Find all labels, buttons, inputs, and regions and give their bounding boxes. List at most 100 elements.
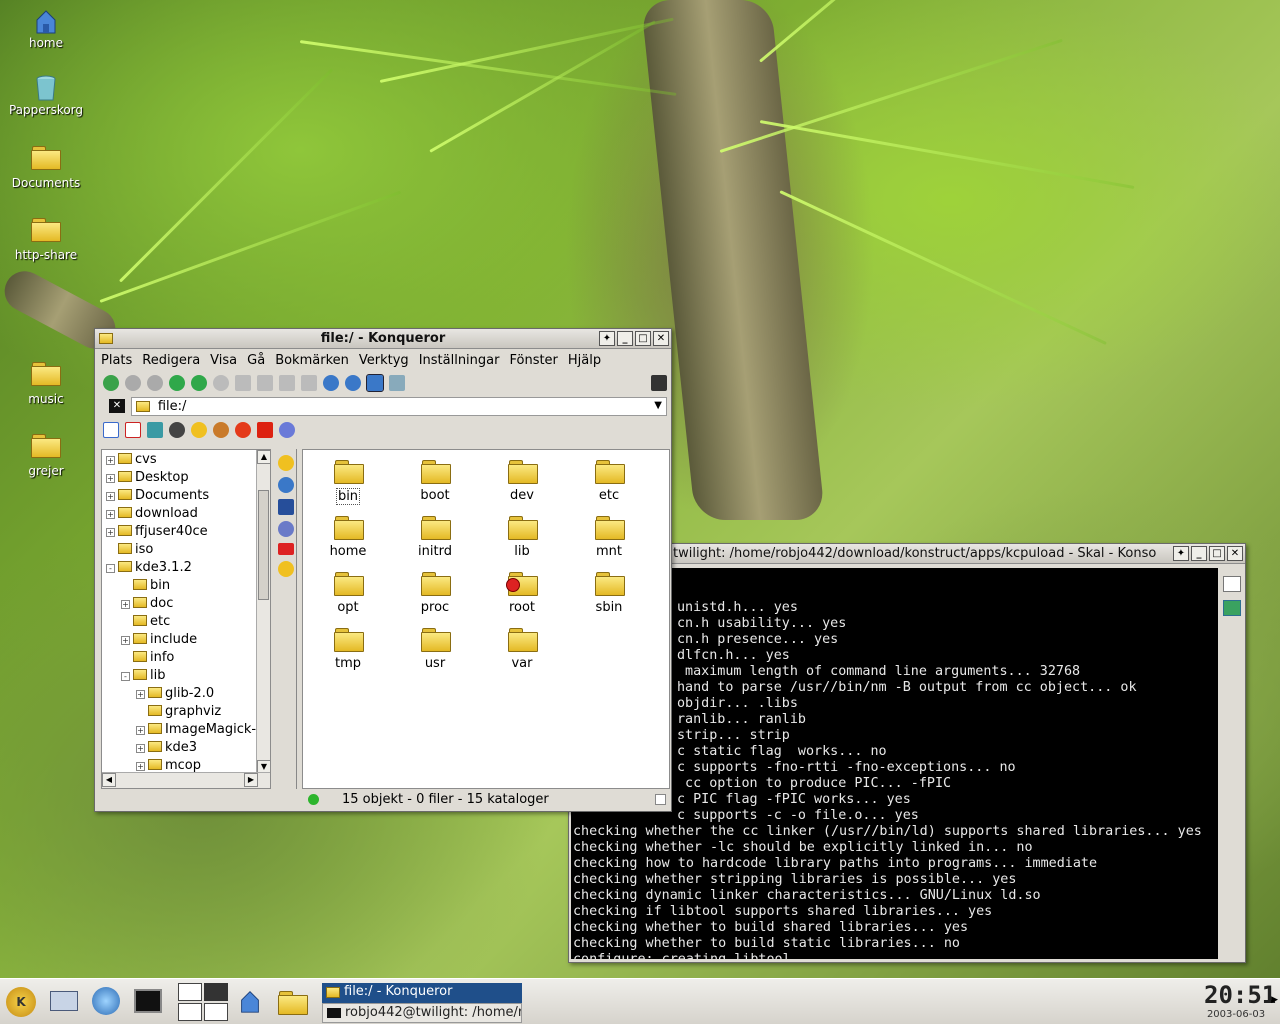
browser-globe-icon[interactable]: [92, 987, 120, 1015]
tree-item[interactable]: + ffjuser40ce: [102, 523, 270, 541]
desktop-1[interactable]: [178, 983, 202, 1001]
pager[interactable]: [176, 981, 230, 1023]
print-icon[interactable]: [301, 375, 317, 391]
close-button[interactable]: ✕: [653, 331, 669, 346]
menu-item[interactable]: Verktyg: [359, 353, 409, 368]
desktop-icon-grejer[interactable]: grejer: [0, 434, 92, 478]
terminal-launcher-icon[interactable]: [134, 989, 162, 1013]
menu-item[interactable]: Gå: [247, 353, 265, 368]
file-item[interactable]: proc: [399, 572, 471, 615]
file-item[interactable]: usr: [399, 628, 471, 671]
file-item[interactable]: initrd: [399, 516, 471, 559]
file-item[interactable]: etc: [573, 460, 645, 503]
history-tab-icon[interactable]: [278, 477, 294, 493]
tree-hscrollbar[interactable]: ◀ ▶: [102, 772, 270, 788]
link-view-checkbox[interactable]: [655, 794, 666, 805]
file-item[interactable]: home: [312, 516, 384, 559]
tree-expander[interactable]: +: [106, 528, 115, 537]
up-icon[interactable]: [147, 375, 163, 391]
tree-item[interactable]: + download: [102, 505, 270, 523]
icon-view[interactable]: bin boot dev etc home initrd lib mnt opt proc root…: [302, 449, 670, 789]
tree-item[interactable]: + Desktop: [102, 469, 270, 487]
tree-item[interactable]: + doc: [102, 595, 270, 613]
kaffeine-icon[interactable]: [169, 422, 185, 438]
close-button[interactable]: ✕: [1227, 546, 1243, 561]
menu-item[interactable]: Inställningar: [419, 353, 500, 368]
file-item[interactable]: tmp: [312, 628, 384, 671]
location-dropdown-icon[interactable]: ▼: [654, 400, 662, 411]
tree-item[interactable]: etc: [102, 613, 270, 631]
dice-icon[interactable]: [257, 422, 273, 438]
tree-expander[interactable]: [136, 706, 145, 715]
file-item[interactable]: dev: [486, 460, 558, 503]
desktop-icon-home[interactable]: home: [0, 6, 92, 50]
desktop-4[interactable]: [204, 1003, 228, 1021]
home-launcher-icon[interactable]: [236, 987, 264, 1015]
mail-icon[interactable]: [50, 991, 78, 1011]
maximize-button[interactable]: □: [1209, 546, 1225, 561]
network-tab-icon[interactable]: [278, 521, 294, 537]
desktop-icon-documents[interactable]: Documents: [0, 146, 92, 190]
zoom-out-icon[interactable]: [345, 375, 361, 391]
record-icon[interactable]: [235, 422, 251, 438]
clear-location-icon[interactable]: ✕: [109, 399, 125, 413]
file-item[interactable]: mnt: [573, 516, 645, 559]
google-search-icon[interactable]: [103, 422, 119, 438]
k-menu-icon[interactable]: K: [6, 987, 36, 1017]
desktop-3[interactable]: [178, 1003, 202, 1021]
file-item[interactable]: var: [486, 628, 558, 671]
tree-expander[interactable]: -: [106, 564, 115, 573]
tree-expander[interactable]: +: [136, 726, 145, 735]
tree-item[interactable]: + glib-2.0: [102, 685, 270, 703]
menu-item[interactable]: Fönster: [509, 353, 557, 368]
globe-icon[interactable]: [279, 422, 295, 438]
tree-expander[interactable]: +: [136, 762, 145, 771]
tree-expander[interactable]: +: [106, 456, 115, 465]
reload-icon[interactable]: [191, 375, 207, 391]
zoom-in-icon[interactable]: [323, 375, 339, 391]
tree-item[interactable]: + Documents: [102, 487, 270, 505]
bookmarks-tab-icon[interactable]: [278, 455, 294, 471]
tree-scroll-thumb[interactable]: [258, 490, 269, 600]
tree-item[interactable]: + cvs: [102, 451, 270, 469]
location-input[interactable]: file:/ ▼: [131, 397, 667, 416]
clock[interactable]: 20:51 2003-06-03: [1204, 981, 1276, 1023]
forward-icon[interactable]: [125, 375, 141, 391]
tree-item[interactable]: info: [102, 649, 270, 667]
file-item[interactable]: boot: [399, 460, 471, 503]
pin-button[interactable]: ✦: [599, 331, 615, 346]
taskbar-arrow-icon[interactable]: ▶: [1271, 995, 1278, 1005]
stop-icon[interactable]: [213, 375, 229, 391]
services-tab-icon[interactable]: [278, 543, 294, 555]
file-item[interactable]: root: [486, 572, 558, 615]
favorites-tab-icon[interactable]: [278, 561, 294, 577]
cookie-icon[interactable]: [213, 422, 229, 438]
pin-button[interactable]: ✦: [1173, 546, 1189, 561]
tree-expander[interactable]: [121, 652, 130, 661]
tree-expander[interactable]: +: [106, 492, 115, 501]
tree-scrollbar[interactable]: ▲ ▼: [256, 450, 270, 774]
tree-item[interactable]: graphviz: [102, 703, 270, 721]
maximize-button[interactable]: □: [635, 331, 651, 346]
tree-item[interactable]: - kde3.1.2: [102, 559, 270, 577]
cut-icon[interactable]: [235, 375, 251, 391]
tree-item[interactable]: + kde3: [102, 739, 270, 757]
copy-icon[interactable]: [257, 375, 273, 391]
tree-expander[interactable]: +: [106, 510, 115, 519]
menu-item[interactable]: Redigera: [142, 353, 200, 368]
desktop-icon-music[interactable]: music: [0, 362, 92, 406]
menu-item[interactable]: Plats: [101, 353, 132, 368]
tree-expander[interactable]: -: [121, 672, 130, 681]
tree-item[interactable]: iso: [102, 541, 270, 559]
minimize-button[interactable]: _: [617, 331, 633, 346]
paste-icon[interactable]: [279, 375, 295, 391]
tree-item[interactable]: + ImageMagick-5.: [102, 721, 270, 739]
desktop-icon-http-share[interactable]: http-share: [0, 218, 92, 262]
folder-launcher-icon[interactable]: [278, 991, 308, 1015]
icon-view-icon[interactable]: [366, 374, 384, 392]
tree-expander[interactable]: [121, 616, 130, 625]
menu-item[interactable]: Bokmärken: [275, 353, 349, 368]
file-item[interactable]: lib: [486, 516, 558, 559]
detail-view-icon[interactable]: [389, 375, 405, 391]
star-icon[interactable]: [191, 422, 207, 438]
